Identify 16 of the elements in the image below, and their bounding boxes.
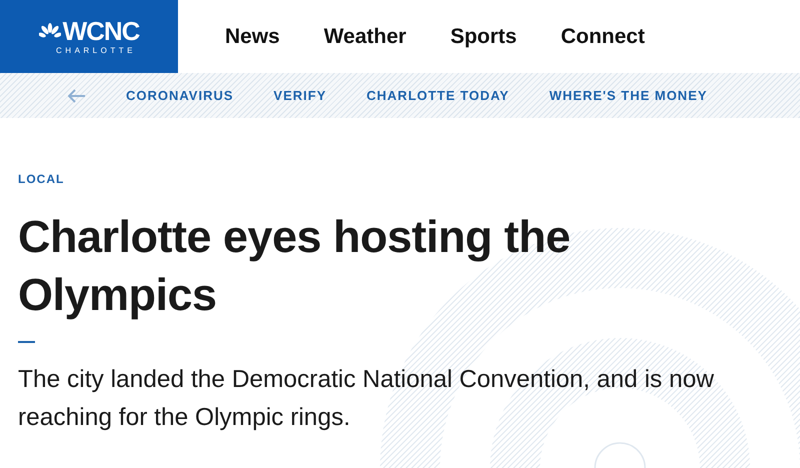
topic-link[interactable]: WHERE'S THE MONEY (549, 88, 708, 103)
nav-link[interactable]: Weather (324, 24, 406, 48)
nav-link[interactable]: News (225, 24, 280, 48)
peacock-icon (38, 23, 61, 39)
topic-link[interactable]: VERIFY (274, 88, 327, 103)
back-arrow-icon[interactable] (68, 88, 86, 102)
logo-panel[interactable]: WCNC CHARLOTTE (0, 0, 178, 73)
logo-name: WCNC (62, 18, 140, 44)
nav-link[interactable]: Connect (560, 24, 645, 48)
category-link[interactable]: LOCAL (18, 172, 64, 186)
topic-link[interactable]: CHARLOTTE TODAY (366, 88, 510, 103)
logo-location: CHARLOTTE (55, 46, 136, 55)
article-summary: The city landed the Democratic National Convention, and is now reaching for the Olympic rings. (18, 365, 715, 433)
article-headline: Charlotte eyes hosting the Olympics (18, 210, 572, 322)
topic-link[interactable]: CORONAVIRUS (126, 88, 234, 103)
nav-link[interactable]: Sports (450, 24, 517, 48)
